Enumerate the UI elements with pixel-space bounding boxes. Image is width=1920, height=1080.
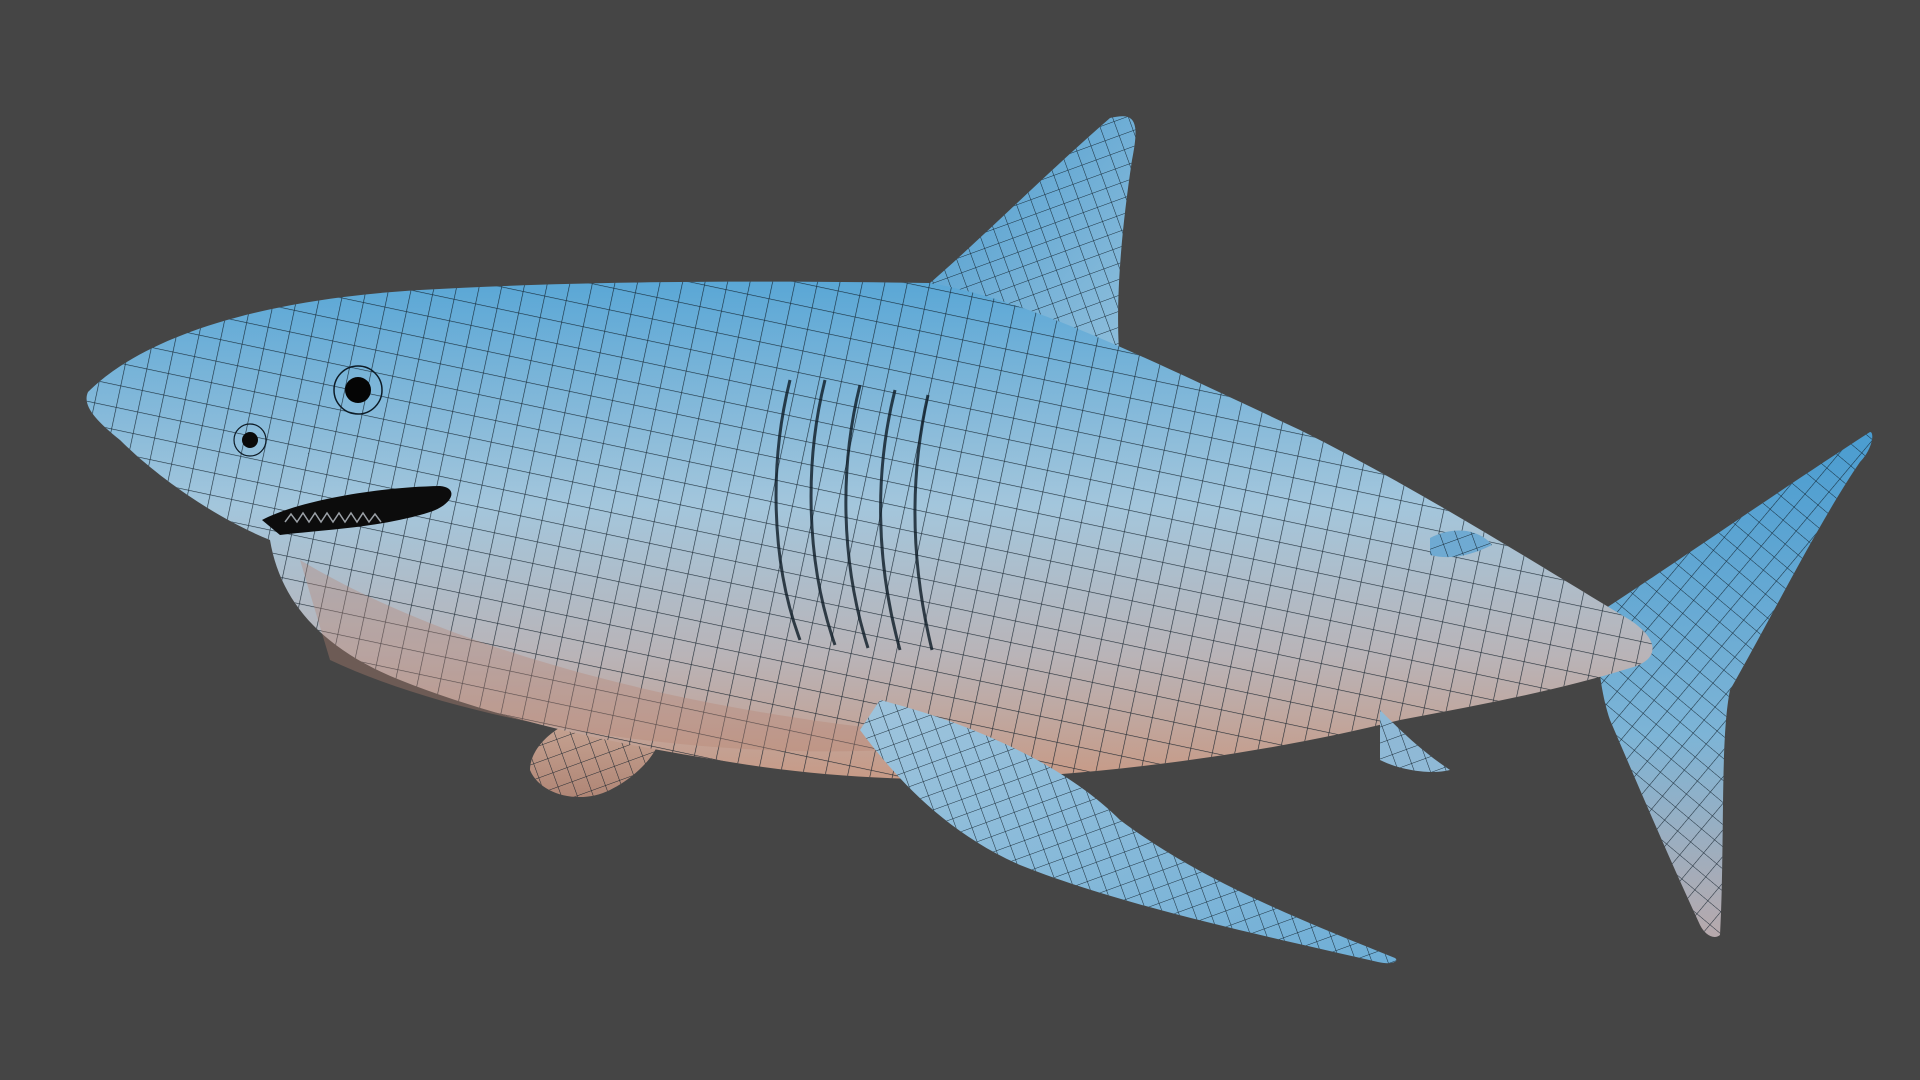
- shark-render: [86, 116, 1873, 964]
- tail-fin: [1598, 432, 1873, 937]
- render-viewport: [0, 0, 1920, 1080]
